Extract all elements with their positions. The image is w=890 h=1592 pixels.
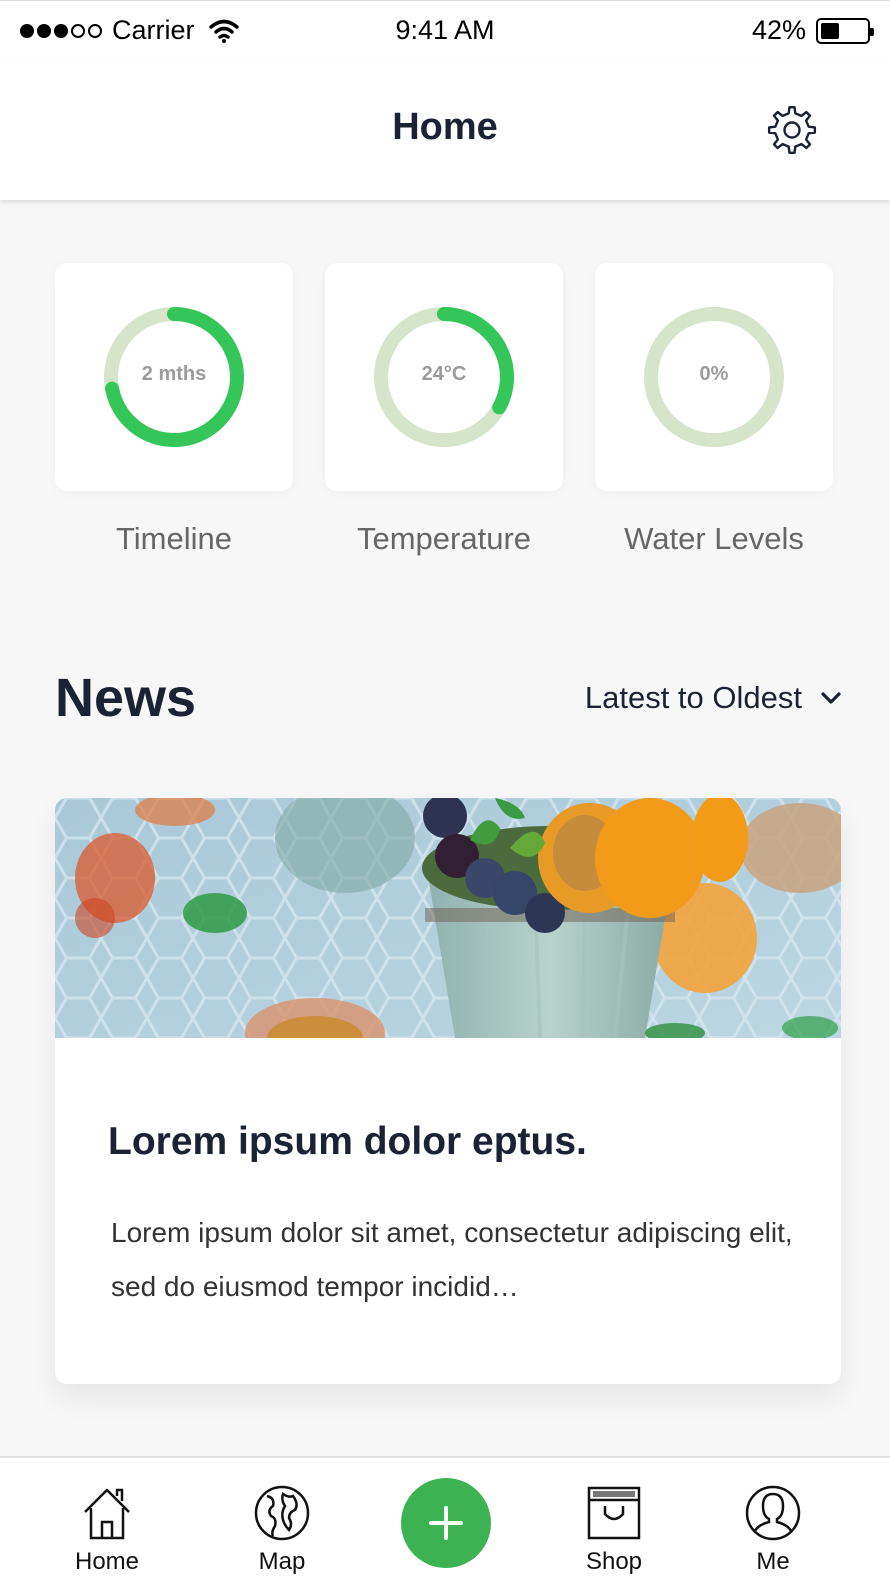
sort-selected: Latest to Oldest	[584, 680, 802, 715]
home-icon	[84, 1488, 130, 1540]
news-section-title: News	[55, 668, 197, 728]
plus-icon	[429, 1506, 463, 1540]
metric-card: 2 mths	[55, 263, 293, 491]
tab-home[interactable]: Home	[52, 1484, 162, 1576]
battery-icon	[816, 17, 874, 44]
metric-temperature[interactable]: 24°C Temperature	[325, 263, 563, 557]
metric-value: 24°C	[421, 363, 467, 385]
metric-label: Water Levels	[624, 521, 804, 556]
metric-card: 0%	[595, 263, 833, 491]
metrics-row: 2 mths Timeline 24°C Temperature 0% Wate…	[55, 263, 840, 563]
news-headline: Lorem ipsum dolor eptus.	[108, 1120, 587, 1163]
status-right: 42%	[751, 15, 874, 46]
globe-icon	[254, 1485, 310, 1541]
news-excerpt: Lorem ipsum dolor sit amet, consectetur …	[111, 1217, 793, 1302]
sort-dropdown[interactable]: Latest to Oldest	[585, 680, 842, 716]
add-button[interactable]	[401, 1478, 491, 1568]
tab-shop[interactable]: Shop	[559, 1484, 669, 1576]
news-card[interactable]: Lorem ipsum dolor eptus. Lorem ipsum dol…	[55, 798, 841, 1384]
tab-label: Map	[258, 1548, 306, 1575]
user-icon	[745, 1485, 801, 1541]
tab-label: Me	[756, 1548, 790, 1575]
tab-me[interactable]: Me	[718, 1484, 828, 1576]
metric-value: 2 mths	[141, 363, 207, 385]
nav-header: Home	[0, 60, 890, 200]
metric-label: Timeline	[116, 521, 232, 556]
battery-percent: 42%	[751, 15, 806, 45]
tab-label: Shop	[585, 1548, 643, 1575]
shopping-bag-icon	[587, 1486, 641, 1540]
news-image	[55, 798, 841, 1038]
metric-label: Temperature	[356, 521, 532, 556]
page-title: Home	[392, 106, 498, 148]
tab-map[interactable]: Map	[227, 1484, 337, 1576]
metric-timeline[interactable]: 2 mths Timeline	[55, 263, 293, 557]
metric-water-levels[interactable]: 0% Water Levels	[595, 263, 833, 557]
tab-label: Home	[74, 1548, 140, 1575]
status-bar: Carrier 9:41 AM 42%	[0, 0, 890, 60]
battery-fill	[821, 22, 840, 39]
chevron-down-icon	[821, 692, 841, 704]
tab-bar: Home Map Shop Me	[0, 1456, 890, 1592]
gear-icon[interactable]	[764, 102, 820, 158]
metric-card: 24°C	[325, 263, 563, 491]
metric-value: 0%	[699, 363, 729, 385]
